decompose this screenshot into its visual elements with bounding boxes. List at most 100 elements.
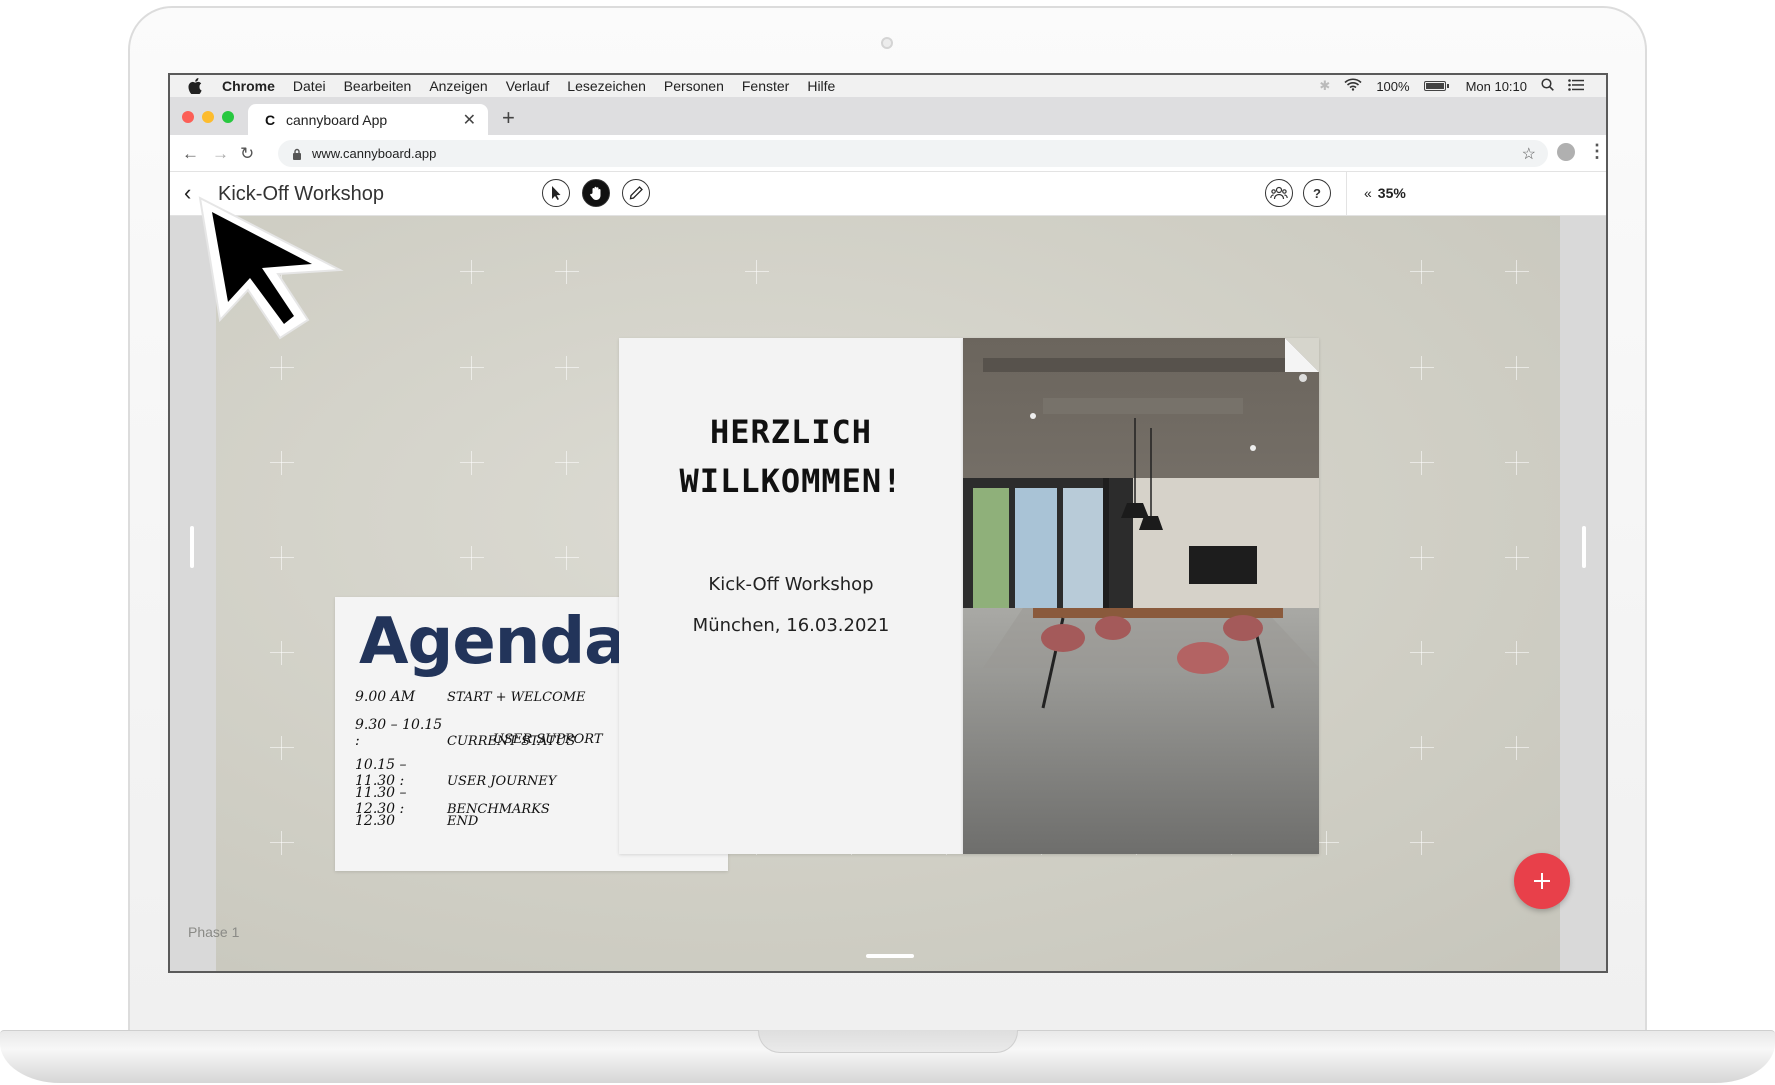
url-text: www.cannyboard.app (312, 146, 437, 161)
menu-personen[interactable]: Personen (664, 78, 724, 94)
office-photo-image[interactable] (963, 338, 1319, 854)
new-tab-icon[interactable]: + (502, 107, 515, 129)
app-toolbar: ‹ Kick-Off Workshop ? «35% (170, 172, 1606, 216)
window-maximize-button[interactable] (222, 111, 234, 123)
grid-cross (270, 451, 294, 475)
apple-icon[interactable] (188, 78, 204, 94)
grid-cross (270, 831, 294, 855)
welcome-subtitle: Kick-Off Workshop (708, 574, 874, 595)
grid-cross (460, 260, 484, 284)
profile-avatar-icon[interactable] (1557, 143, 1575, 161)
window-close-button[interactable] (182, 111, 194, 123)
grid-cross (1410, 260, 1434, 284)
welcome-line-2: WILLKOMMEN! (679, 462, 903, 500)
agenda-time: 12.30 (355, 813, 396, 829)
bookmark-star-icon[interactable]: ☆ (1522, 144, 1536, 164)
add-button[interactable] (1514, 853, 1570, 909)
grid-cross (460, 451, 484, 475)
agenda-title: Agenda (359, 605, 627, 679)
tab-title: cannyboard App (286, 111, 388, 128)
grid-cross (460, 356, 484, 380)
pen-tool-button[interactable] (622, 179, 650, 207)
agenda-row: 9.00 AM Start + Welcome (355, 689, 586, 705)
browser-addressbar: ← → ↻ www.cannyboard.app ☆ ⋮ (170, 135, 1606, 172)
welcome-card[interactable]: HERZLICH WILLKOMMEN! Kick-Off Workshop M… (619, 338, 963, 854)
grid-cross (1505, 641, 1529, 665)
welcome-date: München, 16.03.2021 (692, 615, 890, 636)
wifi-icon[interactable] (1344, 78, 1362, 94)
reload-icon[interactable]: ↻ (240, 144, 254, 164)
tab-close-icon[interactable]: ✕ (463, 110, 476, 130)
screen: Chrome Datei Bearbeiten Anzeigen Verlauf… (168, 73, 1608, 973)
select-icon (552, 186, 561, 200)
menu-hilfe[interactable]: Hilfe (807, 78, 835, 94)
zoom-control[interactable]: « 35% (1364, 185, 1406, 201)
spotlight-search-icon[interactable] (1541, 78, 1554, 94)
grid-cross (1505, 260, 1529, 284)
select-tool-button[interactable] (542, 179, 570, 207)
grid-cross (1410, 736, 1434, 760)
cannyboard-favicon-icon: C (264, 111, 276, 128)
camera (881, 37, 893, 49)
menu-anzeigen[interactable]: Anzeigen (429, 78, 487, 94)
plus-icon (1534, 873, 1550, 889)
grid-cross (555, 260, 579, 284)
grid-cross (745, 260, 769, 284)
menu-datei[interactable]: Datei (293, 78, 326, 94)
agenda-row: 12.30 End (355, 813, 478, 829)
forward-arrow-icon[interactable]: → (212, 144, 229, 164)
browser-tabstrip: C cannyboard App ✕ + (170, 97, 1606, 135)
back-arrow-icon[interactable]: ← (182, 144, 199, 164)
bottom-drawer-handle[interactable] (866, 954, 914, 958)
hand-tool-button[interactable] (582, 179, 610, 207)
laptop-notch (758, 1030, 1018, 1053)
agenda-row: User Support (493, 731, 603, 747)
browser-menu-icon[interactable]: ⋮ (1588, 141, 1606, 162)
phase-label[interactable]: Phase 1 (188, 924, 239, 940)
right-resize-handle[interactable] (1582, 526, 1586, 568)
macos-menubar: Chrome Datei Bearbeiten Anzeigen Verlauf… (170, 75, 1606, 97)
browser-tab[interactable]: C cannyboard App ✕ (248, 104, 488, 135)
menu-verlauf[interactable]: Verlauf (506, 78, 550, 94)
left-resize-handle[interactable] (190, 526, 194, 568)
agenda-desc: Start + Welcome (447, 690, 586, 705)
grid-cross (1410, 356, 1434, 380)
menu-bearbeiten[interactable]: Bearbeiten (344, 78, 412, 94)
battery-percent: 100% (1376, 78, 1410, 94)
grid-cross (270, 356, 294, 380)
menubar-clock[interactable]: Mon 10:10 (1466, 79, 1527, 94)
menu-fenster[interactable]: Fenster (742, 78, 789, 94)
menu-chrome[interactable]: Chrome (222, 78, 275, 94)
collapse-chevron-icon: « (1364, 185, 1372, 201)
grid-cross (270, 641, 294, 665)
agenda-time: 9.00 AM (355, 689, 416, 705)
url-field[interactable]: www.cannyboard.app ☆ (278, 140, 1548, 167)
grid-cross (270, 736, 294, 760)
grid-cross (1410, 546, 1434, 570)
help-question-icon: ? (1313, 185, 1321, 201)
welcome-headline: HERZLICH WILLKOMMEN! (619, 408, 963, 506)
status-area: ✱ 100% Mon 10:10 (1319, 78, 1584, 94)
notification-center-icon[interactable] (1568, 78, 1584, 94)
help-button[interactable]: ? (1303, 179, 1331, 207)
agenda-desc: End (447, 814, 479, 829)
battery-icon[interactable] (1423, 81, 1449, 91)
grid-cross (1410, 451, 1434, 475)
grid-cross (1505, 356, 1529, 380)
grid-cross (555, 356, 579, 380)
canvas-right-gutter (1560, 216, 1606, 971)
agenda-desc: User Support (493, 732, 603, 747)
grid-cross (555, 546, 579, 570)
grid-cross (555, 451, 579, 475)
bluetooth-icon[interactable]: ✱ (1319, 78, 1330, 94)
pen-icon (629, 186, 643, 200)
collaborators-button[interactable] (1265, 179, 1293, 207)
whiteboard-canvas[interactable]: Agenda 9.00 AM Start + Welcome 9.30 – 10.… (170, 216, 1606, 971)
welcome-line-1: HERZLICH (709, 413, 873, 451)
grid-cross (1410, 641, 1434, 665)
grid-cross (270, 546, 294, 570)
menu-lesezeichen[interactable]: Lesezeichen (567, 78, 646, 94)
grid-cross (1505, 736, 1529, 760)
mouse-cursor-icon (198, 196, 344, 340)
window-minimize-button[interactable] (202, 111, 214, 123)
